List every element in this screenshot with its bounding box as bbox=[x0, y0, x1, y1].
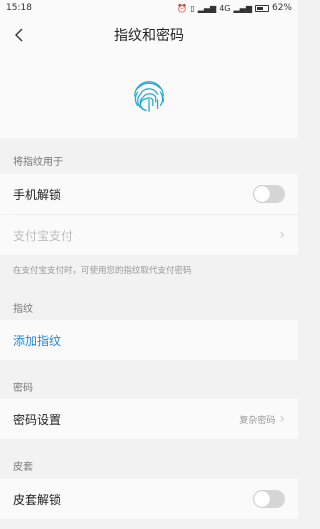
fingerprint-area bbox=[0, 54, 298, 138]
status-icons: ⏰ ▯ ▂▄▆ 4G ▂▄▆ 62% bbox=[177, 3, 292, 13]
alipay-label: 支付宝支付 bbox=[13, 228, 74, 243]
password-settings-label: 密码设置 bbox=[13, 412, 62, 427]
battery-percent: 62% bbox=[271, 3, 292, 13]
signal-icon: ▂▄▆ bbox=[197, 3, 217, 13]
section-header-fingerprint: 指纹 bbox=[13, 303, 33, 315]
section-header-cover: 皮套 bbox=[13, 461, 33, 473]
add-fingerprint-label: 添加指纹 bbox=[13, 333, 62, 348]
page-title: 指纹和密码 bbox=[114, 28, 184, 44]
chevron-left-icon bbox=[15, 28, 23, 42]
section-header-password: 密码 bbox=[13, 382, 33, 394]
back-button[interactable] bbox=[8, 24, 30, 46]
alipay-note: 在支付宝支付时，可使用您的指纹取代支付密码 bbox=[13, 266, 192, 276]
alipay-row[interactable]: 支付宝支付 › bbox=[0, 215, 298, 255]
status-time: 15:18 bbox=[6, 3, 32, 13]
password-settings-value: 复杂密码 bbox=[239, 415, 276, 426]
phone-unlock-row[interactable]: 手机解锁 bbox=[0, 174, 298, 214]
cover-unlock-label: 皮套解锁 bbox=[13, 492, 62, 507]
status-bar: 15:18 ⏰ ▯ ▂▄▆ 4G ▂▄▆ 62% bbox=[0, 0, 298, 16]
signal-icon-2: ▂▄▆ bbox=[233, 3, 252, 13]
password-settings-right: 复杂密码 › bbox=[239, 411, 285, 427]
network-type: 4G bbox=[219, 3, 231, 13]
toggle-knob bbox=[254, 186, 270, 202]
phone-unlock-label: 手机解锁 bbox=[13, 187, 62, 202]
header: 指纹和密码 bbox=[0, 16, 298, 54]
cover-unlock-row[interactable]: 皮套解锁 bbox=[0, 479, 298, 519]
chevron-right-icon: › bbox=[279, 411, 285, 427]
battery-fill bbox=[256, 6, 264, 10]
cover-unlock-toggle[interactable] bbox=[253, 490, 285, 508]
vibrate-icon: ▯ bbox=[190, 3, 195, 13]
toggle-knob bbox=[254, 491, 270, 507]
battery-icon bbox=[254, 4, 269, 12]
password-settings-row[interactable]: 密码设置 复杂密码 › bbox=[0, 399, 298, 439]
phone-unlock-toggle[interactable] bbox=[253, 185, 285, 203]
chevron-right-icon: › bbox=[279, 227, 285, 243]
add-fingerprint-row[interactable]: 添加指纹 bbox=[0, 320, 298, 360]
fingerprint-icon bbox=[134, 81, 164, 112]
section-header-use-for: 将指纹用于 bbox=[13, 156, 63, 168]
alarm-icon: ⏰ bbox=[177, 3, 188, 13]
